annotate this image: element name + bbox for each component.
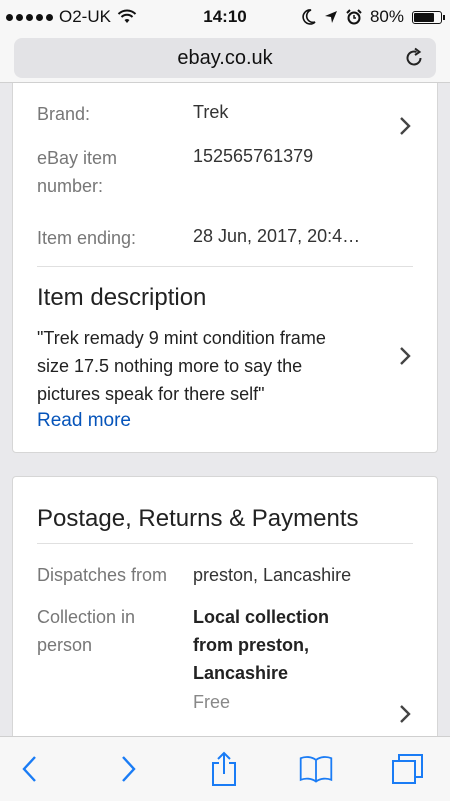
tabs-icon	[392, 754, 423, 784]
status-bar: O2-UK 14:10 80%	[0, 0, 450, 34]
chevron-right-icon[interactable]	[397, 346, 413, 366]
status-right: 80%	[302, 7, 445, 27]
back-icon	[22, 756, 36, 782]
share-icon	[212, 751, 236, 786]
brand-label: Brand:	[37, 104, 91, 124]
collection-label-line1: Collection in	[37, 607, 136, 627]
moon-icon	[302, 9, 316, 25]
divider	[37, 266, 413, 267]
dispatches-from-label: Dispatches from	[37, 565, 168, 585]
collection-value-line2: from preston,	[193, 635, 310, 655]
item-number-value: 152565761379	[193, 146, 314, 166]
read-more-link[interactable]: Read more	[37, 410, 131, 432]
location-arrow-icon	[324, 11, 337, 23]
share-button[interactable]	[206, 751, 242, 787]
collection-price: Free	[193, 692, 231, 712]
page-content: Brand: Trek eBay item number: 1525657613…	[0, 83, 450, 736]
dispatches-from-value: preston, Lancashire	[193, 565, 352, 585]
description-line-1: "Trek remady 9 mint condition frame	[37, 328, 326, 348]
tabs-button[interactable]	[390, 751, 426, 787]
collection-label-line2: person	[37, 635, 93, 655]
address-bar[interactable]: ebay.co.uk	[14, 38, 436, 78]
description-line-2: size 17.5 nothing more to say the	[37, 356, 303, 376]
browser-address-area: ebay.co.uk	[0, 34, 450, 83]
item-description-title: Item description	[37, 284, 207, 311]
item-number-label-line1: eBay item	[37, 148, 118, 168]
browser-toolbar	[0, 736, 450, 801]
brand-value: Trek	[193, 102, 229, 122]
back-button[interactable]	[12, 751, 48, 787]
item-ending-label: Item ending:	[37, 228, 137, 248]
bookmarks-button[interactable]	[298, 751, 334, 787]
item-number-label-line2: number:	[37, 176, 104, 196]
forward-button[interactable]	[110, 751, 146, 787]
collection-value-line1: Local collection	[193, 607, 330, 627]
item-ending-value: 28 Jun, 2017, 20:4…	[193, 226, 361, 246]
bookmarks-icon	[299, 756, 333, 783]
collection-value-line3: Lancashire	[193, 663, 289, 683]
battery-icon	[412, 10, 445, 24]
divider	[37, 543, 413, 544]
alarm-icon	[346, 9, 362, 25]
chevron-right-icon[interactable]	[397, 704, 413, 724]
description-line-3: pictures speak for there self"	[37, 384, 265, 404]
forward-icon	[122, 756, 136, 782]
item-details-card: Brand: Trek eBay item number: 1525657613…	[12, 83, 438, 453]
battery-percent: 80%	[369, 7, 404, 26]
url-text[interactable]: ebay.co.uk	[14, 47, 436, 70]
postage-title: Postage, Returns & Payments	[37, 505, 359, 532]
chevron-right-icon[interactable]	[397, 116, 413, 136]
postage-card: Postage, Returns & Payments Dispatches f…	[12, 476, 438, 736]
reload-icon[interactable]	[402, 46, 426, 70]
